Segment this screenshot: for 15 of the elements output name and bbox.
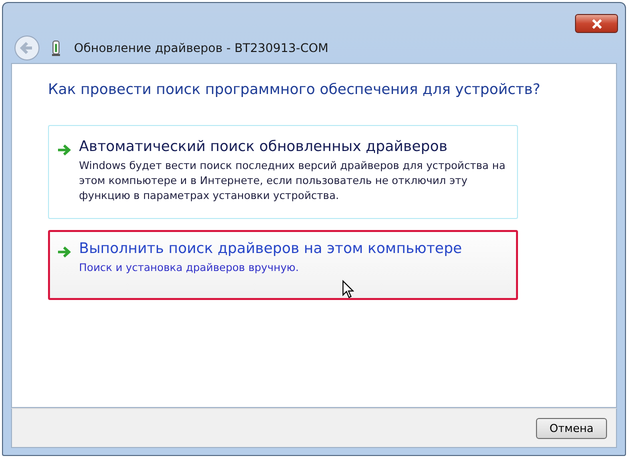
arrow-icon [57,246,71,258]
option-description: Windows будет вести поиск последних версий драйверов для устройства на этом компьютере и в Интернете, если пользователь не отключил эту функцию в параметрах установки устройства. [79,159,506,204]
close-button[interactable] [575,14,618,33]
arrow-icon [57,144,71,156]
page-heading: Как провести поиск программного обеспечения для устройств? [48,82,542,98]
window-title: Обновление драйверов - BT230913-COM [74,41,328,55]
close-icon [590,18,602,28]
option-title: Автоматический поиск обновленных драйверов [79,139,448,155]
option-link[interactable] [48,125,518,219]
option-description: Поиск и установка драйверов вручную. [79,261,300,276]
option-title: Выполнить поиск драйверов на этом компьютере [79,241,462,257]
device-icon [52,40,60,56]
option-link[interactable]: Выполнить поиск драйверов на этом компьютере Поиск и установка драйверов вручную. [48,230,518,300]
cursor-icon [342,280,354,299]
cancel-button[interactable]: Отмена [536,418,607,438]
